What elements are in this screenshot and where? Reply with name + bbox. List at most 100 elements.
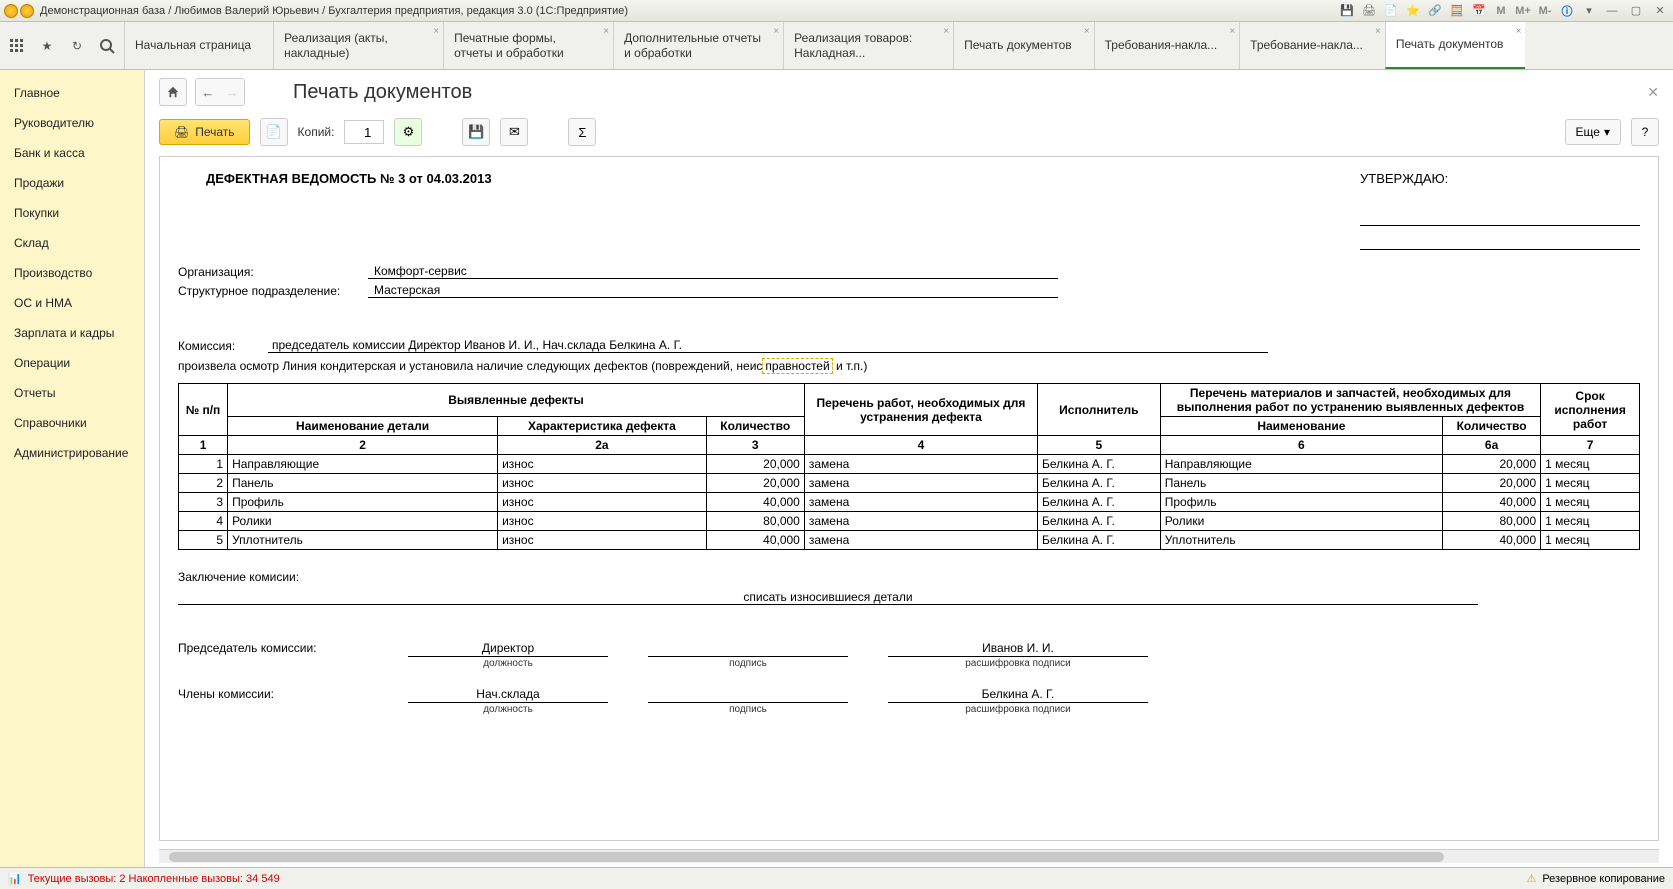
table-row[interactable]: 2Панельизнос20,000заменаБелкина А. Г.Пан… bbox=[179, 474, 1640, 493]
cell-work: замена bbox=[804, 531, 1037, 550]
cell-mqty: 40,000 bbox=[1442, 493, 1540, 512]
th-subhead: 4 bbox=[804, 436, 1037, 455]
copies-input[interactable] bbox=[344, 120, 384, 144]
minimize-button[interactable]: — bbox=[1603, 3, 1621, 19]
print-button[interactable]: 🖨 Печать bbox=[159, 119, 250, 145]
cell-part: Профиль bbox=[228, 493, 498, 512]
tab-close-icon[interactable]: × bbox=[1516, 26, 1522, 37]
home-button[interactable] bbox=[159, 78, 187, 106]
sidebar-item-8[interactable]: Зарплата и кадры bbox=[0, 318, 144, 348]
horizontal-scrollbar[interactable] bbox=[159, 849, 1659, 863]
sidebar-item-1[interactable]: Руководителю bbox=[0, 108, 144, 138]
tab-label: Печать документов bbox=[1396, 37, 1504, 51]
dept-label: Структурное подразделение: bbox=[178, 284, 368, 298]
perf-icon[interactable]: 📊 bbox=[8, 872, 22, 885]
more-button[interactable]: Еще ▾ bbox=[1565, 119, 1621, 145]
sidebar-item-0[interactable]: Главное bbox=[0, 78, 144, 108]
tab-0[interactable]: Начальная страница bbox=[124, 22, 273, 69]
highlight-cell[interactable]: правностей bbox=[762, 358, 832, 374]
maximize-button[interactable]: ▢ bbox=[1627, 3, 1645, 19]
mem-m[interactable]: M bbox=[1493, 3, 1509, 19]
mem-mminus[interactable]: M- bbox=[1537, 3, 1553, 19]
app-icon[interactable] bbox=[4, 4, 18, 18]
statusbar: 📊 Текущие вызовы: 2 Накопленные вызовы: … bbox=[0, 867, 1673, 889]
table-row[interactable]: 5Уплотнительизнос40,000заменаБелкина А. … bbox=[179, 531, 1640, 550]
sidebar-item-6[interactable]: Производство bbox=[0, 258, 144, 288]
print-icon[interactable]: 🖨 bbox=[1361, 3, 1377, 19]
save-file-button[interactable]: 💾 bbox=[462, 118, 490, 146]
table-row[interactable]: 4Роликиизнос80,000заменаБелкина А. Г.Рол… bbox=[179, 512, 1640, 531]
save-icon[interactable]: 💾 bbox=[1339, 3, 1355, 19]
table-row[interactable]: 3Профильизнос40,000заменаБелкина А. Г.Пр… bbox=[179, 493, 1640, 512]
backup-text[interactable]: Резервное копирование bbox=[1542, 873, 1665, 885]
compare-icon[interactable]: 📄 bbox=[1383, 3, 1399, 19]
cell-mqty: 20,000 bbox=[1442, 455, 1540, 474]
tab-label: Дополнительные отчеты и обработки bbox=[624, 31, 761, 60]
search-icon[interactable] bbox=[98, 37, 116, 55]
warning-icon[interactable]: ⚠ bbox=[1526, 872, 1536, 885]
back-button[interactable]: ← bbox=[196, 79, 220, 105]
sidebar-item-12[interactable]: Администрирование bbox=[0, 438, 144, 468]
defect-table: № п/п Выявленные дефекты Перечень работ,… bbox=[178, 383, 1640, 550]
mem-mplus[interactable]: M+ bbox=[1515, 3, 1531, 19]
cell-work: замена bbox=[804, 474, 1037, 493]
tab-close-icon[interactable]: × bbox=[1375, 26, 1381, 37]
tab-5[interactable]: Печать документов× bbox=[953, 22, 1094, 69]
tab-label: Требование-накла... bbox=[1250, 38, 1363, 52]
th-mat-qty: Количество bbox=[1442, 417, 1540, 436]
cell-exec: Белкина А. Г. bbox=[1038, 531, 1161, 550]
forward-button[interactable]: → bbox=[220, 79, 244, 105]
tab-6[interactable]: Требования-накла...× bbox=[1094, 22, 1240, 69]
tab-close-icon[interactable]: × bbox=[603, 26, 609, 37]
cell-exec: Белкина А. Г. bbox=[1038, 455, 1161, 474]
printer-icon: 🖨 bbox=[174, 125, 189, 139]
sidebar-item-3[interactable]: Продажи bbox=[0, 168, 144, 198]
apps-icon[interactable] bbox=[8, 37, 26, 55]
sum-button[interactable]: Σ bbox=[568, 118, 596, 146]
tab-close-icon[interactable]: × bbox=[773, 26, 779, 37]
history-icon[interactable]: ↻ bbox=[68, 37, 86, 55]
sidebar-item-5[interactable]: Склад bbox=[0, 228, 144, 258]
calendar-icon[interactable]: 📅 bbox=[1471, 3, 1487, 19]
tab-close-icon[interactable]: × bbox=[433, 26, 439, 37]
tab-3[interactable]: Дополнительные отчеты и обработки × bbox=[613, 22, 783, 69]
sidebar-item-11[interactable]: Справочники bbox=[0, 408, 144, 438]
cell-exec: Белкина А. Г. bbox=[1038, 493, 1161, 512]
cell-part: Ролики bbox=[228, 512, 498, 531]
scrollbar-thumb[interactable] bbox=[169, 852, 1444, 862]
sidebar-item-7[interactable]: ОС и НМА bbox=[0, 288, 144, 318]
cell-due: 1 месяц bbox=[1541, 512, 1640, 531]
email-button[interactable]: ✉ bbox=[500, 118, 528, 146]
tab-close-icon[interactable]: × bbox=[943, 26, 949, 37]
org-value: Комфорт-сервис bbox=[368, 264, 1058, 279]
help-button[interactable]: ? bbox=[1631, 118, 1659, 146]
tab-8[interactable]: Печать документов × bbox=[1385, 22, 1526, 69]
settings-button[interactable]: ⚙ bbox=[394, 118, 422, 146]
toolbar: 🖨 Печать 📄 Копий: ⚙ 💾 ✉ Σ Еще ▾ ? bbox=[145, 114, 1673, 156]
preview-button[interactable]: 📄 bbox=[260, 118, 288, 146]
cell-num: 4 bbox=[179, 512, 228, 531]
info-icon[interactable]: ⓘ bbox=[1559, 3, 1575, 19]
tab-7[interactable]: Требование-накла... × bbox=[1239, 22, 1385, 69]
sidebar-item-10[interactable]: Отчеты bbox=[0, 378, 144, 408]
th-deadline: Срок исполнения работ bbox=[1541, 384, 1640, 436]
sidebar-item-9[interactable]: Операции bbox=[0, 348, 144, 378]
favorite-icon[interactable]: ⭐ bbox=[1405, 3, 1421, 19]
cell-mname: Направляющие bbox=[1160, 455, 1442, 474]
dropdown-icon[interactable]: ▾ bbox=[1581, 3, 1597, 19]
link-icon[interactable]: 🔗 bbox=[1427, 3, 1443, 19]
close-button[interactable]: ✕ bbox=[1651, 3, 1669, 19]
star-icon[interactable]: ★ bbox=[38, 37, 56, 55]
close-page-button[interactable]: ✕ bbox=[1647, 84, 1659, 101]
calc-icon[interactable]: 🧮 bbox=[1449, 3, 1465, 19]
tab-1[interactable]: Реализация (акты, накладные)× bbox=[273, 22, 443, 69]
sidebar-item-4[interactable]: Покупки bbox=[0, 198, 144, 228]
app-menu-dropdown[interactable] bbox=[20, 4, 34, 18]
tab-2[interactable]: Печатные формы, отчеты и обработки× bbox=[443, 22, 613, 69]
table-row[interactable]: 1Направляющиеизнос20,000заменаБелкина А.… bbox=[179, 455, 1640, 474]
tab-close-icon[interactable]: × bbox=[1229, 26, 1235, 37]
tab-4[interactable]: Реализация товаров: Накладная...× bbox=[783, 22, 953, 69]
document-area[interactable]: ДЕФЕКТНАЯ ВЕДОМОСТЬ № 3 от 04.03.2013 УТ… bbox=[159, 156, 1659, 841]
tab-close-icon[interactable]: × bbox=[1084, 26, 1090, 37]
sidebar-item-2[interactable]: Банк и касса bbox=[0, 138, 144, 168]
